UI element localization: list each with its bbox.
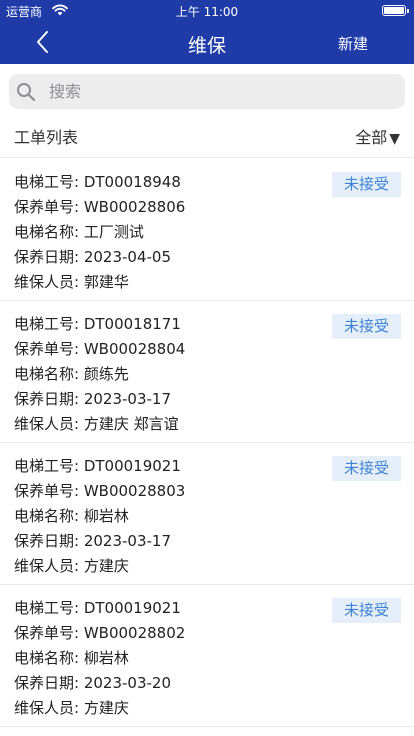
maintenance-number: 保养单号: WB00028806 <box>14 198 186 216</box>
order-card[interactable]: 电梯工号: DT00018171 保养单号: WB00028804 电梯名称: … <box>0 301 414 443</box>
elevator-number: 电梯工号: DT00019021 <box>14 457 181 475</box>
elevator-name: 电梯名称: 工厂测试 <box>14 223 144 241</box>
elevator-number: 电梯工号: DT00018171 <box>14 315 181 333</box>
maintenance-staff: 维保人员: 方建庆 郑言谊 <box>14 415 179 433</box>
order-card[interactable]: 电梯工号: DT00018948 保养单号: WB00028806 电梯名称: … <box>0 159 414 301</box>
maintenance-date: 保养日期: 2023-03-17 <box>14 390 171 408</box>
status-badge: 未接受 <box>332 456 401 481</box>
search-input[interactable] <box>49 74 399 109</box>
caret-down-icon: ▼ <box>389 131 400 147</box>
list-header: 工单列表 全部 ▼ <box>0 120 414 158</box>
new-button[interactable]: 新建 <box>338 33 368 54</box>
status-badge: 未接受 <box>332 598 401 623</box>
order-card[interactable]: 电梯工号: DT00019021 保养单号: WB00028802 电梯名称: … <box>0 585 414 727</box>
elevator-name: 电梯名称: 柳岩林 <box>14 649 129 667</box>
maintenance-number: 保养单号: WB00028802 <box>14 624 186 642</box>
status-time: 上午 11:00 <box>175 5 239 19</box>
search-icon <box>17 83 36 102</box>
maintenance-date: 保养日期: 2023-03-20 <box>14 674 171 692</box>
order-card[interactable]: 电梯工号: DT00019021 保养单号: WB00028803 电梯名称: … <box>0 443 414 585</box>
elevator-name: 电梯名称: 颜练先 <box>14 365 129 383</box>
filter-label: 全部 <box>355 128 388 147</box>
elevator-name: 电梯名称: 柳岩林 <box>14 507 129 525</box>
maintenance-date: 保养日期: 2023-03-17 <box>14 532 171 550</box>
maintenance-staff: 维保人员: 郭建华 <box>14 273 129 291</box>
maintenance-staff: 维保人员: 方建庆 <box>14 557 129 575</box>
nav-header: 运营商 上午 11:00 维保 新建 <box>0 0 414 64</box>
elevator-number: 电梯工号: DT00018948 <box>14 173 181 191</box>
status-bar: 运营商 上午 11:00 <box>0 0 414 20</box>
maintenance-staff: 维保人员: 方建庆 <box>14 699 129 717</box>
status-badge: 未接受 <box>332 172 401 197</box>
filter-dropdown[interactable]: 全部 ▼ <box>355 124 400 148</box>
search-bar[interactable] <box>9 74 405 109</box>
status-badge: 未接受 <box>332 314 401 339</box>
maintenance-number: 保养单号: WB00028803 <box>14 482 186 500</box>
elevator-number: 电梯工号: DT00019021 <box>14 599 181 617</box>
maintenance-number: 保养单号: WB00028804 <box>14 340 186 358</box>
battery-icon <box>382 5 409 16</box>
maintenance-date: 保养日期: 2023-04-05 <box>14 248 171 266</box>
list-title: 工单列表 <box>14 128 79 147</box>
